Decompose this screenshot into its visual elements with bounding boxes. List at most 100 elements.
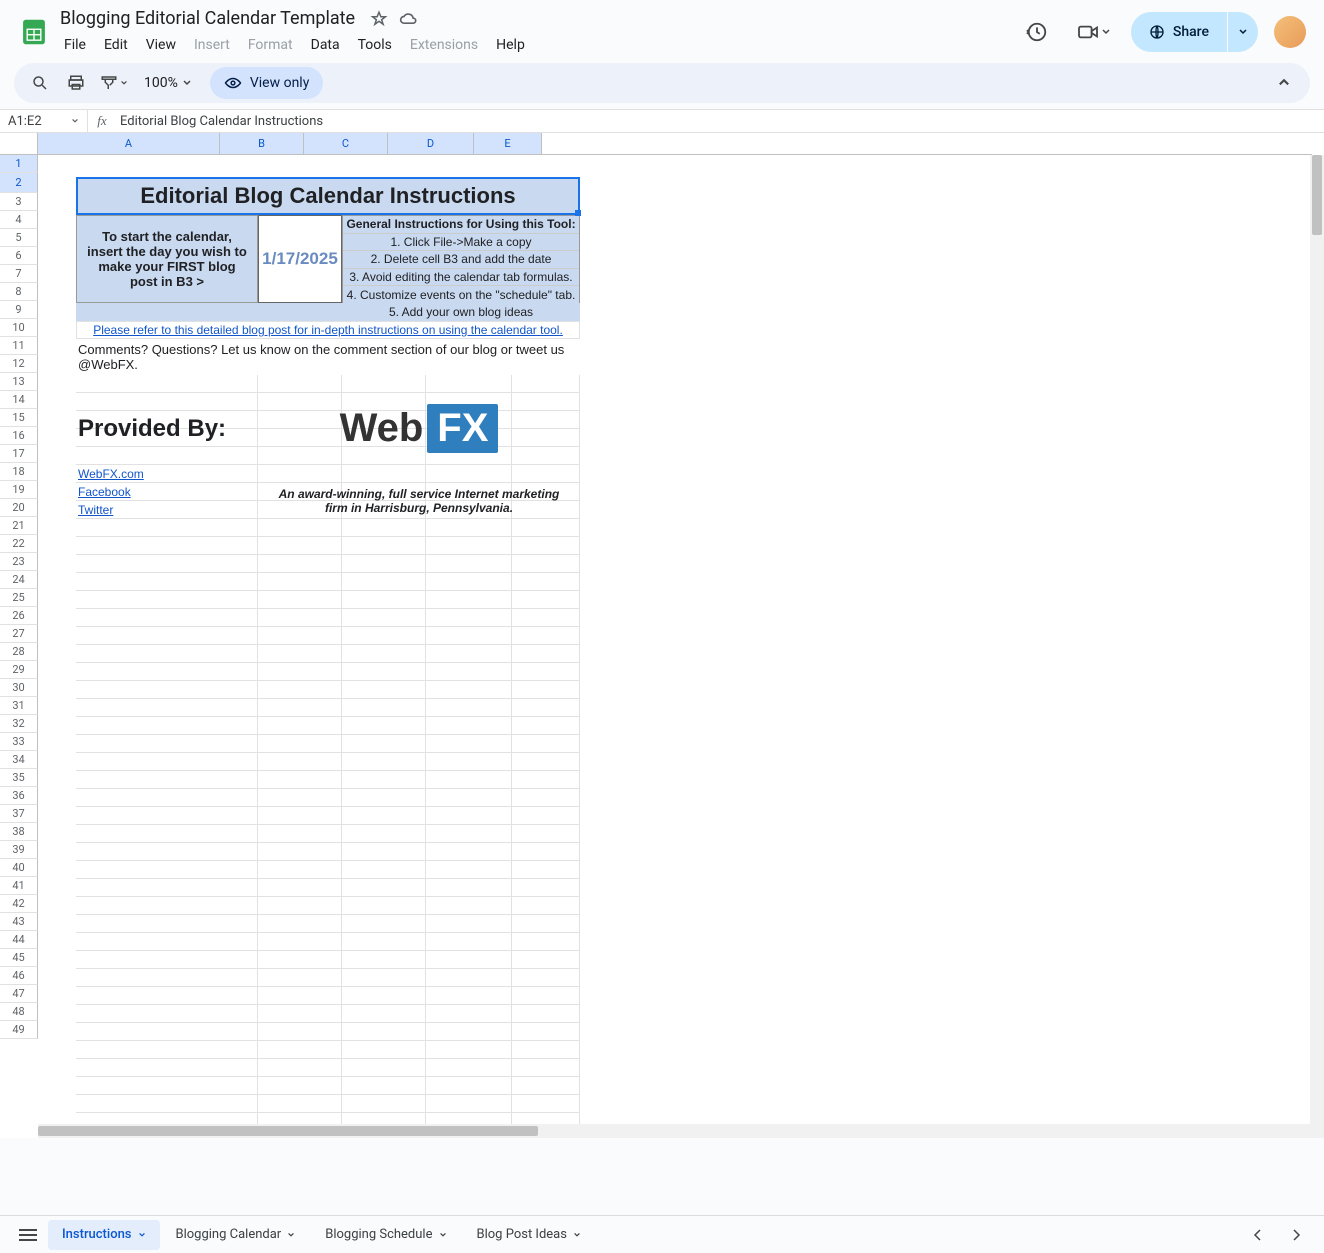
collapse-toolbar-icon[interactable]	[1268, 67, 1300, 99]
cell-start-instruction[interactable]: To start the calendar, insert the day yo…	[76, 215, 258, 303]
row-header-32[interactable]: 32	[0, 715, 38, 733]
row-header-19[interactable]: 19	[0, 481, 38, 499]
cell-general-5[interactable]: 5. Add your own blog ideas	[342, 303, 580, 321]
menu-edit[interactable]: Edit	[96, 33, 136, 57]
row-header-43[interactable]: 43	[0, 913, 38, 931]
formula-bar[interactable]: Editorial Blog Calendar Instructions	[116, 114, 323, 129]
row-header-4[interactable]: 4	[0, 211, 38, 229]
name-box[interactable]: A1:E2	[0, 110, 88, 132]
sheet-tab-blogging-calendar[interactable]: Blogging Calendar	[162, 1220, 310, 1250]
row-header-16[interactable]: 16	[0, 427, 38, 445]
row-header-34[interactable]: 34	[0, 751, 38, 769]
row-header-40[interactable]: 40	[0, 859, 38, 877]
row-header-12[interactable]: 12	[0, 355, 38, 373]
cell-comments[interactable]: Comments? Questions? Let us know on the …	[76, 339, 580, 375]
menu-tools[interactable]: Tools	[350, 33, 400, 57]
sheet-nav-right[interactable]	[1278, 1220, 1314, 1250]
row-header-42[interactable]: 42	[0, 895, 38, 913]
share-button[interactable]: Share	[1131, 12, 1227, 52]
column-header-D[interactable]: D	[388, 133, 474, 155]
column-header-A[interactable]: A	[38, 133, 220, 155]
row-header-49[interactable]: 49	[0, 1021, 38, 1039]
row-header-41[interactable]: 41	[0, 877, 38, 895]
row-header-30[interactable]: 30	[0, 679, 38, 697]
column-header-E[interactable]: E	[474, 133, 542, 155]
row-header-6[interactable]: 6	[0, 247, 38, 265]
meet-button[interactable]	[1069, 12, 1119, 52]
sheets-logo[interactable]	[14, 12, 54, 52]
column-header-B[interactable]: B	[220, 133, 304, 155]
account-avatar[interactable]	[1274, 16, 1306, 48]
row-header-31[interactable]: 31	[0, 697, 38, 715]
row-header-28[interactable]: 28	[0, 643, 38, 661]
cloud-icon[interactable]	[399, 9, 419, 29]
sheet-tab-instructions[interactable]: Instructions	[48, 1220, 160, 1250]
menu-view[interactable]: View	[138, 33, 184, 57]
print-icon[interactable]	[60, 67, 92, 99]
row-header-45[interactable]: 45	[0, 949, 38, 967]
sheet-tab-blog-post-ideas[interactable]: Blog Post Ideas	[463, 1220, 595, 1250]
row-header-23[interactable]: 23	[0, 553, 38, 571]
horizontal-scrollbar[interactable]	[38, 1124, 1310, 1138]
row-header-44[interactable]: 44	[0, 931, 38, 949]
view-only-indicator[interactable]: View only	[210, 67, 323, 99]
select-all-corner[interactable]	[0, 133, 38, 155]
row-header-3[interactable]: 3	[0, 193, 38, 211]
row-header-37[interactable]: 37	[0, 805, 38, 823]
row-header-1[interactable]: 1	[0, 155, 38, 173]
row-header-18[interactable]: 18	[0, 463, 38, 481]
row-header-7[interactable]: 7	[0, 265, 38, 283]
row-header-47[interactable]: 47	[0, 985, 38, 1003]
vertical-scrollbar[interactable]	[1310, 155, 1324, 1138]
row-header-36[interactable]: 36	[0, 787, 38, 805]
row-header-26[interactable]: 26	[0, 607, 38, 625]
row-header-14[interactable]: 14	[0, 391, 38, 409]
row-header-46[interactable]: 46	[0, 967, 38, 985]
sheet-nav-left[interactable]	[1240, 1220, 1276, 1250]
row-header-35[interactable]: 35	[0, 769, 38, 787]
cell-title[interactable]: Editorial Blog Calendar Instructions	[76, 177, 580, 215]
search-icon[interactable]	[24, 67, 56, 99]
cell-detail-link[interactable]: Please refer to this detailed blog post …	[76, 321, 580, 339]
spreadsheet-grid[interactable]: ABCDE 1234567891011121314151617181920212…	[0, 133, 1324, 1138]
menu-file[interactable]: File	[56, 33, 94, 57]
cell-provided-by[interactable]: Provided By:	[76, 393, 258, 465]
row-header-33[interactable]: 33	[0, 733, 38, 751]
cell-link-twitter[interactable]: Twitter	[76, 501, 258, 519]
row-header-21[interactable]: 21	[0, 517, 38, 535]
star-icon[interactable]	[369, 9, 389, 29]
cell-general-instructions[interactable]: General Instructions for Using this Tool…	[342, 215, 580, 303]
cell-date[interactable]: 1/17/2025	[258, 215, 342, 303]
cell-link-webfx[interactable]: WebFX.com	[76, 465, 258, 483]
row-header-25[interactable]: 25	[0, 589, 38, 607]
row-header-10[interactable]: 10	[0, 319, 38, 337]
row-header-2[interactable]: 2	[0, 173, 38, 193]
row-header-29[interactable]: 29	[0, 661, 38, 679]
row-header-11[interactable]: 11	[0, 337, 38, 355]
all-sheets-icon[interactable]	[10, 1220, 46, 1250]
row-header-20[interactable]: 20	[0, 499, 38, 517]
row-header-13[interactable]: 13	[0, 373, 38, 391]
row-header-39[interactable]: 39	[0, 841, 38, 859]
row-header-22[interactable]: 22	[0, 535, 38, 553]
row-header-24[interactable]: 24	[0, 571, 38, 589]
row-header-9[interactable]: 9	[0, 301, 38, 319]
cell-tagline[interactable]: An award-winning, full service Internet …	[258, 483, 580, 519]
cell-logo[interactable]: WebFX	[258, 393, 580, 465]
column-header-C[interactable]: C	[304, 133, 388, 155]
row-header-8[interactable]: 8	[0, 283, 38, 301]
zoom-select[interactable]: 100%	[136, 75, 200, 91]
sheet-tab-blogging-schedule[interactable]: Blogging Schedule	[311, 1220, 460, 1250]
row-header-15[interactable]: 15	[0, 409, 38, 427]
row-header-5[interactable]: 5	[0, 229, 38, 247]
menu-help[interactable]: Help	[488, 33, 533, 57]
filter-icon[interactable]	[96, 67, 132, 99]
row-header-27[interactable]: 27	[0, 625, 38, 643]
cell-link-facebook[interactable]: Facebook	[76, 483, 258, 501]
menu-data[interactable]: Data	[303, 33, 348, 57]
document-title[interactable]: Blogging Editorial Calendar Template	[56, 6, 359, 31]
row-header-48[interactable]: 48	[0, 1003, 38, 1021]
row-header-17[interactable]: 17	[0, 445, 38, 463]
share-dropdown[interactable]	[1228, 12, 1258, 52]
history-icon[interactable]	[1017, 12, 1057, 52]
